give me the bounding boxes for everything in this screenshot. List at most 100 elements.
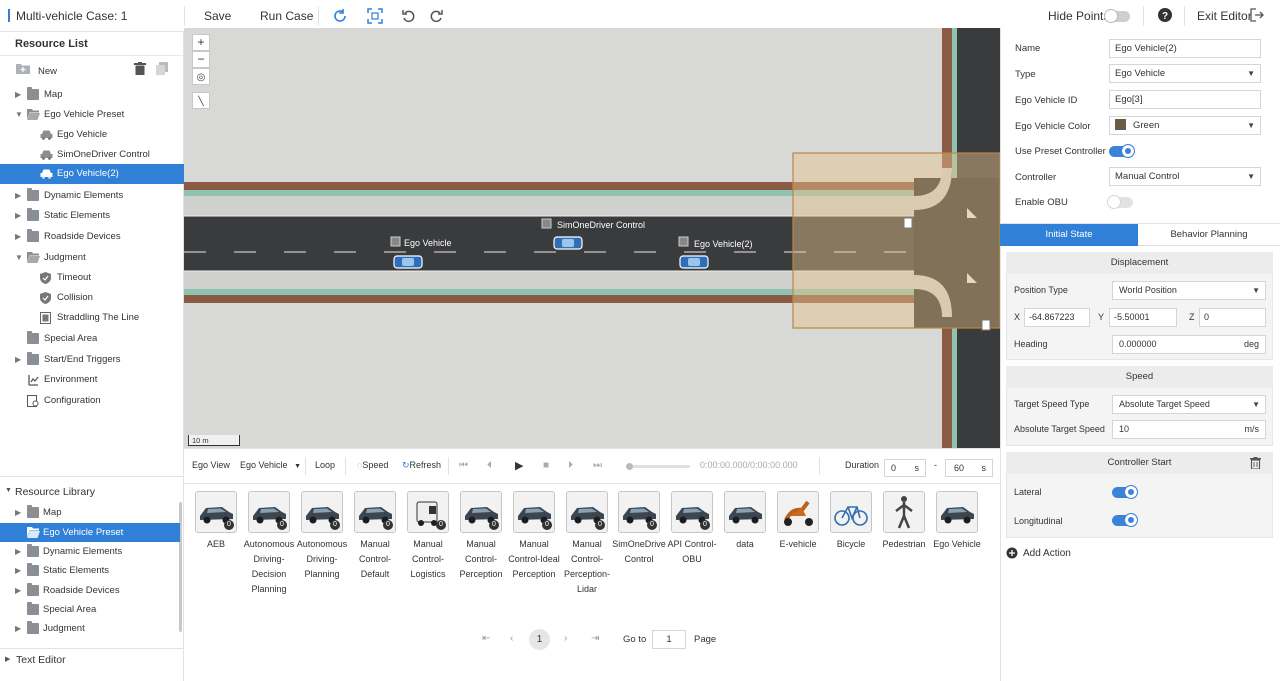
locate-button[interactable]: ◎	[192, 68, 210, 85]
play-icon[interactable]: ▶	[515, 459, 523, 472]
duration-from-input[interactable]: 0s	[884, 459, 926, 477]
longitudinal-toggle[interactable]	[1112, 513, 1138, 527]
skip-start-icon[interactable]: ⏮	[459, 460, 468, 471]
refresh-icon[interactable]	[331, 7, 349, 25]
chevron-right-icon[interactable]: ▶	[15, 355, 21, 364]
tab-behavior-planning[interactable]: Behavior Planning	[1138, 224, 1280, 246]
tree-item-simonedriver-control[interactable]: SimOneDriver Control	[0, 145, 184, 165]
chevron-right-icon[interactable]: ▶	[5, 655, 10, 663]
run-case-button[interactable]: Run Case	[260, 9, 313, 23]
controller-select[interactable]: Manual Control ▼	[1109, 167, 1261, 186]
library-card[interactable]: 0	[460, 491, 502, 533]
vehicle-ego-vehicle-2[interactable]	[679, 255, 709, 269]
library-card[interactable]	[724, 491, 766, 533]
tree-item-judgment[interactable]: ▼ Judgment	[0, 248, 184, 268]
chevron-down-icon[interactable]: ▼	[15, 110, 23, 119]
save-button[interactable]: Save	[204, 9, 231, 23]
library-item-special-area[interactable]: Special Area	[0, 600, 180, 620]
measure-button[interactable]: ╲	[192, 92, 210, 109]
redo-icon[interactable]	[427, 7, 445, 25]
hide-points-toggle[interactable]	[1104, 9, 1130, 23]
tree-item-ego-vehicle[interactable]: Ego Vehicle	[0, 125, 184, 145]
prev-page-icon[interactable]: ‹	[510, 633, 513, 644]
stop-icon[interactable]: ■	[543, 460, 549, 471]
tree-item-timeout[interactable]: Timeout	[0, 268, 184, 288]
progress-slider[interactable]	[626, 463, 690, 470]
refresh-button[interactable]: ↻Refresh	[402, 460, 441, 471]
lateral-toggle[interactable]	[1112, 485, 1138, 499]
library-card[interactable]	[936, 491, 978, 533]
first-page-icon[interactable]: ⇤	[482, 633, 490, 644]
tree-item-collision[interactable]: Collision	[0, 288, 184, 308]
chevron-right-icon[interactable]: ▶	[15, 211, 21, 220]
chevron-right-icon[interactable]: ▶	[15, 547, 21, 556]
tree-item-start-end-triggers[interactable]: ▶ Start/End Triggers	[0, 350, 184, 370]
tree-item-special-area[interactable]: Special Area	[0, 329, 184, 349]
library-item-map[interactable]: ▶ Map	[0, 503, 180, 523]
tree-item-environment[interactable]: Environment	[0, 370, 184, 390]
chevron-right-icon[interactable]: ▶	[15, 191, 21, 200]
tree-item-static-elements[interactable]: ▶ Static Elements	[0, 206, 184, 226]
chevron-right-icon[interactable]: ▶	[15, 508, 21, 517]
library-card[interactable]: 0	[248, 491, 290, 533]
step-back-icon[interactable]: ⏴	[487, 460, 492, 471]
skip-end-icon[interactable]: ⏭	[593, 460, 602, 471]
library-card[interactable]	[830, 491, 872, 533]
progress-handle[interactable]	[626, 463, 633, 470]
ego-vehicle-id-input[interactable]: Ego[3]	[1109, 90, 1261, 109]
tree-item-ego-vehicle-2[interactable]: Ego Vehicle(2)	[0, 164, 184, 184]
library-card[interactable]: 0	[671, 491, 713, 533]
chevron-right-icon[interactable]: ▶	[15, 232, 21, 241]
library-card[interactable]: 0	[618, 491, 660, 533]
heading-input[interactable]: 0.000000 deg	[1112, 335, 1266, 354]
tree-item-roadside-devices[interactable]: ▶ Roadside Devices	[0, 227, 184, 247]
y-input[interactable]: -5.50001	[1109, 308, 1177, 327]
library-card[interactable]: 0	[195, 491, 237, 533]
tree-item-map[interactable]: ▶ Map	[0, 85, 184, 105]
library-card[interactable]: 0	[407, 491, 449, 533]
chevron-down-icon[interactable]: ▼	[5, 487, 12, 494]
text-editor-toggle[interactable]: Text Editor	[16, 654, 66, 666]
absolute-target-speed-input[interactable]: 10 m/s	[1112, 420, 1266, 439]
tab-initial-state[interactable]: Initial State	[1000, 224, 1138, 246]
chevron-right-icon[interactable]: ▶	[15, 624, 21, 633]
add-action-button[interactable]: Add Action	[1023, 548, 1071, 559]
loop-button[interactable]: Loop	[315, 460, 335, 470]
x-input[interactable]: -64.867223	[1024, 308, 1090, 327]
new-button[interactable]: New	[38, 66, 57, 77]
map-canvas[interactable]	[184, 28, 1000, 448]
target-speed-type-select[interactable]: Absolute Target Speed ▼	[1112, 395, 1266, 414]
position-type-select[interactable]: World Position ▼	[1112, 281, 1266, 300]
tree-item-dynamic-elements[interactable]: ▶ Dynamic Elements	[0, 186, 184, 206]
speed-button[interactable]: ◌Speed	[357, 460, 388, 470]
trash-icon[interactable]	[1250, 457, 1261, 470]
library-card[interactable]	[883, 491, 925, 533]
use-preset-controller-toggle[interactable]	[1109, 144, 1135, 158]
new-folder-icon[interactable]	[16, 63, 30, 74]
z-input[interactable]: 0	[1199, 308, 1266, 327]
copy-icon[interactable]	[156, 62, 168, 75]
library-card[interactable]: 0	[354, 491, 396, 533]
enable-obu-toggle[interactable]	[1107, 195, 1133, 209]
step-forward-icon[interactable]: ⏵	[568, 460, 573, 471]
library-item-judgment[interactable]: ▶ Judgment	[0, 619, 180, 639]
fit-view-icon[interactable]	[366, 7, 384, 25]
tree-item-ego-vehicle-preset[interactable]: ▼ Ego Vehicle Preset	[0, 105, 184, 125]
next-page-icon[interactable]: ›	[564, 633, 567, 644]
library-item-static-elements[interactable]: ▶ Static Elements	[0, 561, 180, 581]
tree-item-straddling-the-line[interactable]: Straddling The Line	[0, 308, 184, 328]
vehicle-simonedriver-control[interactable]	[553, 236, 583, 250]
chevron-down-icon[interactable]: ▼	[15, 253, 23, 262]
ego-view-select[interactable]: Ego Vehicle ▼	[240, 460, 301, 470]
chevron-right-icon[interactable]: ▶	[15, 90, 21, 99]
trash-icon[interactable]	[134, 62, 146, 75]
help-icon[interactable]: ?	[1157, 7, 1175, 25]
last-page-icon[interactable]: ⇥	[591, 633, 599, 644]
library-item-dynamic-elements[interactable]: ▶ Dynamic Elements	[0, 542, 180, 562]
type-select[interactable]: Ego Vehicle ▼	[1109, 64, 1261, 83]
exit-editor-button[interactable]: Exit Editor	[1197, 9, 1252, 23]
chevron-right-icon[interactable]: ▶	[15, 566, 21, 575]
library-card[interactable]: 0	[301, 491, 343, 533]
undo-icon[interactable]	[400, 7, 418, 25]
library-card[interactable]: 0	[513, 491, 555, 533]
